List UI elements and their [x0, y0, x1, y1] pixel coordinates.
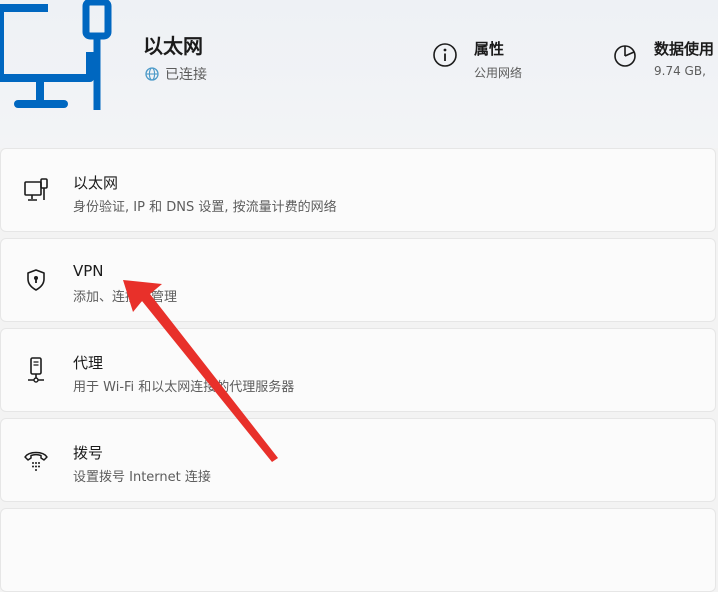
proxy-server-icon	[21, 355, 51, 385]
shield-icon	[21, 265, 51, 295]
ethernet-pc-icon	[0, 0, 112, 110]
settings-item-description: 设置拨号 Internet 连接	[73, 470, 211, 485]
settings-item-title: 拨号	[73, 444, 104, 462]
settings-item-ethernet[interactable]: 以太网 身份验证, IP 和 DNS 设置, 按流量计费的网络	[0, 148, 716, 232]
settings-item-description: 用于 Wi-Fi 和以太网连接的代理服务器	[73, 380, 295, 395]
settings-item-title: VPN	[73, 262, 104, 280]
settings-item-description: 添加、连接、管理	[73, 290, 178, 305]
settings-item-dialup[interactable]: 拨号 设置拨号 Internet 连接	[0, 418, 716, 502]
data-usage-title: 数据使用	[654, 40, 715, 58]
ethernet-port-icon	[21, 175, 51, 205]
data-usage-value: 9.74 GB,	[654, 64, 706, 78]
pie-chart-icon	[614, 45, 636, 67]
globe-icon	[145, 67, 159, 81]
network-header: 以太网 已连接 属性 公用网络 数据使用 9.74 GB,	[0, 0, 718, 148]
settings-item-next[interactable]	[0, 508, 716, 592]
settings-item-proxy[interactable]: 代理 用于 Wi-Fi 和以太网连接的代理服务器	[0, 328, 716, 412]
settings-item-title: 代理	[73, 354, 104, 372]
info-icon	[433, 43, 457, 67]
connection-status: 已连接	[145, 64, 207, 84]
properties-value: 公用网络	[474, 66, 523, 80]
settings-item-description: 身份验证, IP 和 DNS 设置, 按流量计费的网络	[73, 200, 337, 215]
dialup-phone-icon	[21, 445, 51, 475]
settings-item-vpn[interactable]: VPN 添加、连接、管理	[0, 238, 716, 322]
properties-link[interactable]: 属性 公用网络	[432, 38, 522, 81]
settings-item-title: 以太网	[73, 174, 119, 192]
connection-name: 以太网	[143, 34, 203, 58]
properties-title: 属性	[474, 40, 505, 58]
data-usage-link[interactable]: 数据使用 9.74 GB,	[612, 38, 714, 78]
connection-status-text: 已连接	[165, 67, 207, 83]
